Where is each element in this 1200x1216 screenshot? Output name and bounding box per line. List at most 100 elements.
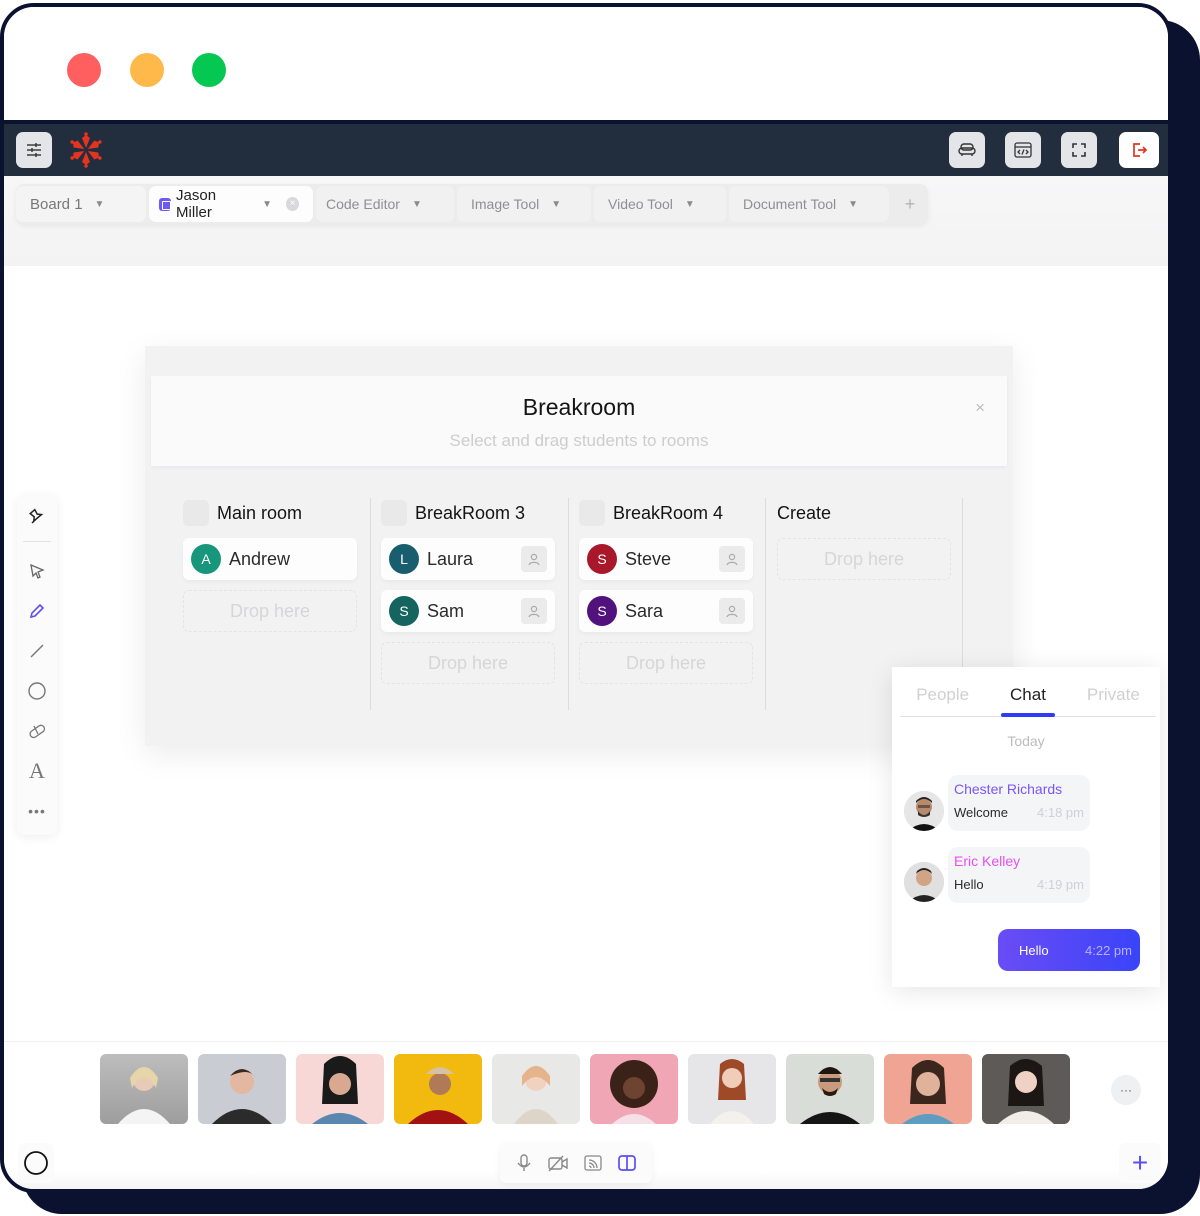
participant-video[interactable] — [590, 1054, 678, 1124]
add-button[interactable]: + — [1119, 1143, 1161, 1183]
text-icon[interactable]: A — [25, 758, 49, 783]
close-icon[interactable]: × — [975, 398, 985, 418]
modal-header: Breakroom Select and drag students to ro… — [151, 376, 1007, 466]
avatar: A — [191, 544, 221, 574]
fullscreen-button[interactable] — [1061, 132, 1097, 168]
settings-button[interactable] — [16, 132, 52, 168]
caret-down-icon[interactable]: ▼ — [412, 199, 422, 210]
message-text: Welcome — [954, 805, 1008, 820]
tab-people[interactable]: People — [900, 685, 985, 716]
bottom-bar: + — [4, 1133, 1168, 1189]
assign-button[interactable] — [521, 598, 547, 624]
avatar — [904, 791, 944, 831]
exit-button[interactable] — [1119, 132, 1159, 168]
participant-video[interactable] — [884, 1054, 972, 1124]
tab-code-editor[interactable]: Code Editor ▼ — [316, 186, 454, 222]
breakroom-button[interactable] — [949, 132, 985, 168]
line-icon[interactable] — [25, 639, 49, 663]
student-card[interactable]: L Laura — [381, 538, 555, 580]
eraser-icon[interactable] — [25, 719, 49, 743]
participant-video[interactable] — [786, 1054, 874, 1124]
avatar: S — [389, 596, 419, 626]
person-icon — [726, 605, 738, 618]
drop-zone[interactable]: Drop here — [579, 642, 753, 684]
message-row: Hello 4:19 pm — [954, 877, 1084, 892]
camera-off-icon[interactable] — [547, 1154, 569, 1172]
tab-label: Image Tool — [471, 196, 540, 212]
avatar: L — [389, 544, 419, 574]
avatar: S — [587, 544, 617, 574]
more-participants-button[interactable]: ··· — [1111, 1075, 1141, 1105]
caret-down-icon[interactable]: ▼ — [551, 199, 561, 210]
exit-icon — [1133, 143, 1148, 157]
tab-video-tool[interactable]: Video Tool ▼ — [594, 186, 726, 222]
pencil-icon[interactable] — [25, 599, 49, 623]
participant-video[interactable] — [688, 1054, 776, 1124]
code-window-icon — [1014, 142, 1032, 158]
select-arrow-icon[interactable] — [25, 559, 49, 583]
minimize-window-button[interactable] — [130, 53, 164, 87]
room-name: BreakRoom 4 — [613, 502, 724, 523]
cast-icon[interactable] — [583, 1154, 603, 1172]
create-room-header[interactable]: Create — [777, 498, 951, 528]
drop-zone[interactable]: Drop here — [183, 590, 357, 632]
message-text: Hello — [954, 877, 984, 892]
participant-video[interactable] — [982, 1054, 1070, 1124]
chat-message: Chester Richards Welcome 4:18 pm — [948, 775, 1090, 831]
layout-split-icon[interactable] — [617, 1154, 637, 1172]
code-embed-button[interactable] — [1005, 132, 1041, 168]
maximize-window-button[interactable] — [192, 53, 226, 87]
room-checkbox[interactable] — [183, 500, 209, 526]
student-card[interactable]: S Sam — [381, 590, 555, 632]
caret-down-icon[interactable]: ▼ — [262, 199, 272, 210]
room-checkbox[interactable] — [381, 500, 407, 526]
room-header: BreakRoom 4 — [579, 498, 753, 528]
room-checkbox[interactable] — [579, 500, 605, 526]
avatar — [904, 862, 944, 902]
tab-jason-miller[interactable]: Jason Miller ▼ × — [149, 186, 313, 222]
participant-video[interactable] — [198, 1054, 286, 1124]
add-tab-button[interactable]: + — [892, 186, 928, 222]
drawing-toolbar: A ••• — [17, 495, 57, 835]
participant-video[interactable] — [394, 1054, 482, 1124]
pin-icon[interactable] — [25, 505, 49, 529]
student-card[interactable]: S Sara — [579, 590, 753, 632]
tab-private[interactable]: Private — [1071, 685, 1156, 716]
more-icon[interactable]: ••• — [25, 799, 49, 823]
caret-down-icon[interactable]: ▼ — [95, 199, 105, 210]
participant-video[interactable] — [100, 1054, 188, 1124]
column-divider — [765, 498, 766, 710]
drop-zone[interactable]: Drop here — [381, 642, 555, 684]
column-divider — [370, 498, 371, 710]
student-card[interactable]: S Steve — [579, 538, 753, 580]
caret-down-icon[interactable]: ▼ — [685, 199, 695, 210]
tab-chat[interactable]: Chat — [985, 685, 1070, 717]
close-tab-icon[interactable]: × — [286, 197, 299, 211]
microphone-icon[interactable] — [515, 1153, 533, 1173]
tab-document-tool[interactable]: Document Tool ▼ — [729, 186, 889, 222]
tab-bar: Board 1 ▼ Jason Miller ▼ × Code Editor ▼… — [4, 176, 1168, 266]
status-toggle[interactable] — [18, 1143, 54, 1183]
assign-button[interactable] — [719, 546, 745, 572]
tab-label: Video Tool — [608, 196, 673, 212]
participant-video[interactable] — [492, 1054, 580, 1124]
student-name: Steve — [625, 548, 672, 569]
student-card[interactable]: A Andrew — [183, 538, 357, 580]
drop-zone[interactable]: Drop here — [777, 538, 951, 580]
outgoing-message: Hello 4:22 pm — [998, 929, 1140, 971]
caret-down-icon[interactable]: ▼ — [848, 199, 858, 210]
message-time: 4:18 pm — [1037, 805, 1084, 820]
room-column-breakroom-3: BreakRoom 3 L Laura S Sam Drop here — [381, 498, 555, 710]
room-name: BreakRoom 3 — [415, 502, 526, 523]
tab-image-tool[interactable]: Image Tool ▼ — [457, 186, 591, 222]
assign-button[interactable] — [521, 546, 547, 572]
assign-button[interactable] — [719, 598, 745, 624]
participant-video[interactable] — [296, 1054, 384, 1124]
circle-icon[interactable] — [25, 679, 49, 703]
tab-board-1[interactable]: Board 1 ▼ — [16, 186, 146, 222]
toolbar-divider — [23, 541, 51, 542]
message-row: Welcome 4:18 pm — [954, 805, 1084, 820]
message-author: Chester Richards — [954, 781, 1063, 797]
close-window-button[interactable] — [67, 53, 101, 87]
title-bar — [4, 7, 1168, 120]
